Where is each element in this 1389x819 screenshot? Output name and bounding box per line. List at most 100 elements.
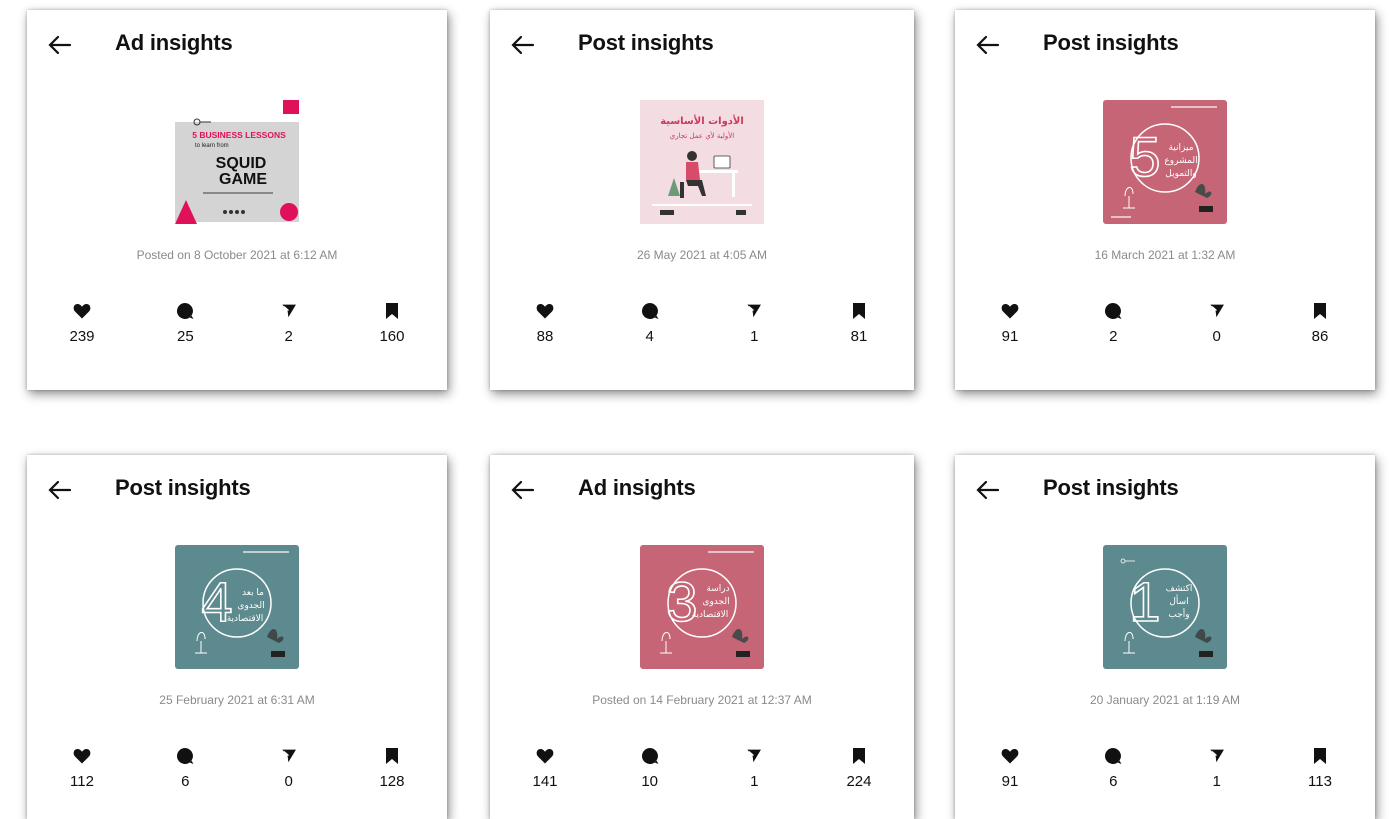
stats-row: 141 10 1 224	[520, 745, 884, 790]
heart-icon	[520, 300, 570, 322]
saves-stat: 128	[367, 745, 417, 790]
saves-stat: 86	[1295, 300, 1345, 345]
heart-icon	[57, 745, 107, 767]
page-title: Post insights	[1043, 475, 1179, 500]
thumb-line-2: المشروع	[1164, 156, 1197, 166]
likes-count: 91	[1001, 328, 1019, 345]
thumb-sub-text: to learn from	[195, 143, 229, 149]
bookmark-icon	[834, 300, 884, 322]
post-date: Posted on 14 February 2021 at 12:37 AM	[592, 693, 812, 707]
page-title: Post insights	[1043, 30, 1179, 55]
insights-card: Post insights 4 ما بعد الجدوى الاقتصادية…	[27, 455, 447, 819]
post-thumbnail[interactable]: 5 BUSINESS LESSONS to learn from SQUID G…	[175, 100, 299, 224]
comments-count: 6	[1109, 773, 1118, 790]
send-icon	[729, 300, 779, 322]
thumb-line-1: ما بعد	[242, 588, 264, 598]
likes-count: 141	[532, 773, 558, 790]
comments-count: 25	[176, 328, 194, 345]
saves-count: 128	[379, 773, 405, 790]
arrow-left-icon[interactable]	[45, 30, 75, 60]
stats-row: 112 6 0 128	[57, 745, 417, 790]
thumb-numeral: 3	[666, 570, 697, 633]
post-thumbnail[interactable]: 5 ميزانية المشروع والتمويل	[1103, 100, 1227, 224]
likes-stat: 141	[520, 745, 570, 790]
send-icon	[729, 745, 779, 767]
shares-count: 2	[284, 328, 293, 345]
thumb-line-2: الجدوى	[702, 597, 729, 607]
thumb-main-text-2: GAME	[219, 171, 267, 188]
thumb-numeral: 5	[1129, 125, 1160, 188]
page-title: Ad insights	[115, 30, 233, 55]
page-title: Post insights	[115, 475, 251, 500]
saves-stat: 224	[834, 745, 884, 790]
comments-stat: 10	[625, 745, 675, 790]
shares-count: 0	[284, 773, 293, 790]
arrow-left-icon[interactable]	[508, 475, 538, 505]
thumb-line-1: اكتشف	[1166, 584, 1193, 594]
post-date: 25 February 2021 at 6:31 AM	[159, 693, 315, 707]
thumb-line-3: وأجب	[1168, 608, 1189, 620]
stats-row: 239 25 2 160	[57, 300, 417, 345]
comments-count: 4	[645, 328, 654, 345]
shares-stat: 0	[264, 745, 314, 790]
send-icon	[264, 300, 314, 322]
likes-count: 91	[1001, 773, 1019, 790]
shares-count: 1	[1212, 773, 1221, 790]
saves-count: 224	[846, 773, 872, 790]
likes-count: 239	[69, 328, 95, 345]
comments-stat: 6	[160, 745, 210, 790]
insights-card: Post insights الأدوات الأساسية الأولية ل…	[490, 10, 914, 390]
comment-bubble-icon	[625, 745, 675, 767]
post-thumbnail[interactable]: 3 دراسة الجدوى الاقتصادية	[640, 545, 764, 669]
thumb-line-1: ميزانية	[1168, 143, 1193, 153]
comment-bubble-icon	[625, 300, 675, 322]
thumb-top-text: 5 BUSINESS LESSONS	[192, 130, 286, 140]
post-thumbnail[interactable]: 1 اكتشف اسأل وأجب	[1103, 545, 1227, 669]
thumb-main-text-1: SQUID	[216, 155, 267, 172]
saves-stat: 81	[834, 300, 884, 345]
post-thumbnail[interactable]: 4 ما بعد الجدوى الاقتصادية	[175, 545, 299, 669]
insights-card: Post insights 5 ميزانية المشروع والتمويل…	[955, 10, 1375, 390]
insights-card: Post insights 1 اكتشف اسأل وأجب 20 Janua…	[955, 455, 1375, 819]
arrow-left-icon[interactable]	[973, 475, 1003, 505]
shares-stat: 1	[729, 300, 779, 345]
post-date: 26 May 2021 at 4:05 AM	[636, 248, 768, 262]
page-title: Post insights	[578, 30, 714, 55]
insights-card: Ad insights 3 دراسة الجدوى الاقتصادية Po…	[490, 455, 914, 819]
comments-count: 2	[1109, 328, 1118, 345]
stats-row: 88 4 1 81	[520, 300, 884, 345]
saves-count: 160	[379, 328, 405, 345]
thumb-numeral: 1	[1129, 570, 1160, 633]
thumb-line-3: الاقتصادية	[692, 610, 729, 620]
thumb-line-3: والتمويل	[1165, 169, 1196, 179]
comments-stat: 2	[1088, 300, 1138, 345]
thumb-line-3: الاقتصادية	[227, 614, 264, 624]
comments-count: 10	[641, 773, 658, 790]
thumb-line-2: الأولية لأي عمل تجاري	[670, 131, 735, 140]
bookmark-icon	[367, 745, 417, 767]
thumb-line-1: دراسة	[706, 584, 729, 594]
comments-stat: 25	[160, 300, 210, 345]
likes-count: 88	[536, 328, 554, 345]
shares-stat: 0	[1192, 300, 1242, 345]
comments-count: 6	[181, 773, 190, 790]
stats-row: 91 6 1 113	[985, 745, 1345, 790]
bookmark-icon	[367, 300, 417, 322]
heart-icon	[57, 300, 107, 322]
shares-stat: 2	[264, 300, 314, 345]
likes-count: 112	[70, 773, 94, 790]
shares-count: 1	[750, 328, 759, 345]
post-date: Posted on 8 October 2021 at 6:12 AM	[136, 248, 338, 262]
bookmark-icon	[834, 745, 884, 767]
arrow-left-icon[interactable]	[45, 475, 75, 505]
send-icon	[1192, 300, 1242, 322]
likes-stat: 239	[57, 300, 107, 345]
thumb-line-2: الجدوى	[237, 601, 264, 611]
shares-stat: 1	[1192, 745, 1242, 790]
heart-icon	[985, 745, 1035, 767]
post-date: 20 January 2021 at 1:19 AM	[1089, 693, 1241, 707]
post-thumbnail[interactable]: الأدوات الأساسية الأولية لأي عمل تجاري	[640, 100, 764, 224]
arrow-left-icon[interactable]	[973, 30, 1003, 60]
bookmark-icon	[1295, 300, 1345, 322]
arrow-left-icon[interactable]	[508, 30, 538, 60]
